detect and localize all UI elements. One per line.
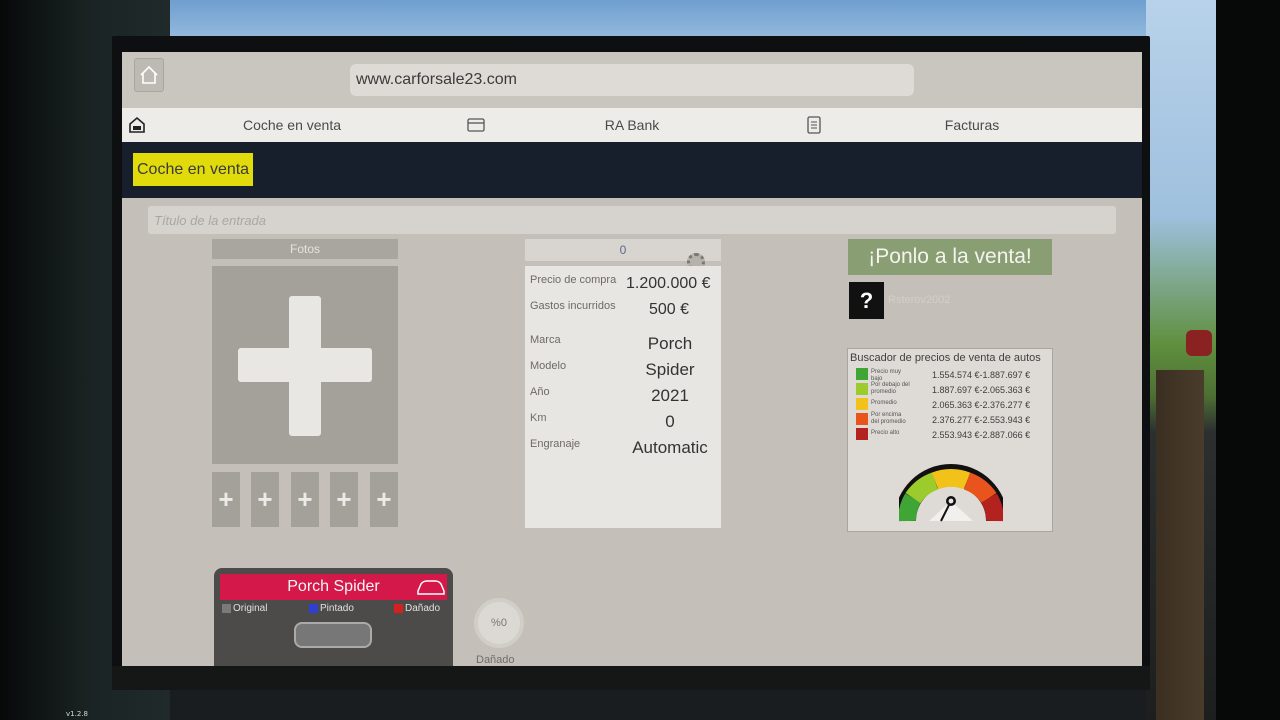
- model-label: Modelo: [530, 360, 567, 372]
- listing-title-input[interactable]: [148, 206, 1116, 234]
- price-row-range-high: 2.553.943 €-2.887.066 €: [932, 430, 1031, 440]
- damage-percent-indicator: %0: [474, 598, 524, 648]
- price-row-label-below-average: Por debajo del promedio: [871, 382, 910, 395]
- photos-label: Fotos: [212, 239, 398, 259]
- km-value: 0: [665, 412, 675, 431]
- price-row-label-above-average: Por encima del promedio: [871, 412, 906, 425]
- legend-damaged-swatch: [394, 604, 403, 613]
- invoice-icon: [805, 116, 823, 134]
- nav-item-facturas[interactable]: Facturas: [902, 108, 1042, 142]
- gear-value: Automatic: [632, 438, 708, 457]
- browser-topbar: www.carforsale23.com: [122, 52, 1142, 108]
- expenses-value: 500 €: [649, 301, 690, 318]
- scene-wooden-post: [1156, 370, 1204, 720]
- price-swatch-average: [856, 398, 868, 410]
- damage-label: Dañado: [476, 654, 515, 666]
- section-title: Coche en venta: [133, 153, 254, 186]
- monitor-bottom-bezel: [112, 666, 1150, 690]
- add-photo-thumb-1[interactable]: +: [212, 472, 240, 527]
- price-finder-panel: Buscador de precios de venta de autos Pr…: [847, 348, 1053, 532]
- url-bar[interactable]: www.carforsale23.com: [350, 64, 914, 96]
- put-on-sale-button[interactable]: ¡Ponlo a la venta!: [848, 239, 1052, 275]
- brand-value: Porch: [647, 334, 693, 353]
- add-main-photo-button[interactable]: [212, 266, 398, 464]
- price-swatch-high: [856, 428, 868, 440]
- home-button[interactable]: [134, 58, 164, 92]
- legend-original-swatch: [222, 604, 231, 613]
- car-house-icon: [128, 116, 146, 134]
- add-photo-thumb-3[interactable]: +: [291, 472, 319, 527]
- nav-item-ra-bank[interactable]: RA Bank: [562, 108, 702, 142]
- version-label: v1.2.8: [66, 710, 88, 718]
- scene-background-edge: [1216, 0, 1280, 720]
- scene-car: [1186, 330, 1212, 356]
- legend-damaged-label: Dañado: [405, 603, 441, 614]
- price-row-range-average: 2.065.363 €-2.376.277 €: [932, 400, 1031, 410]
- legend-painted-swatch: [309, 604, 318, 613]
- car-icon: [417, 580, 445, 595]
- home-icon: [140, 65, 158, 84]
- price-gauge: [899, 464, 1003, 522]
- price-row-range-very-low: 1.554.574 €-1.887.697 €: [932, 370, 1031, 380]
- username-label: Rsterov2002: [888, 294, 951, 306]
- add-photo-thumb-5[interactable]: +: [370, 472, 398, 527]
- add-photo-thumb-4[interactable]: +: [330, 472, 358, 527]
- price-row-label-average: Promedio: [871, 400, 897, 406]
- help-button[interactable]: ?: [849, 282, 884, 319]
- car-condition-card: Porch Spider Original Pintado Dañado: [214, 568, 453, 666]
- price-swatch-below-average: [856, 383, 868, 395]
- car-diagram: [294, 622, 372, 648]
- price-row-range-below-average: 1.887.697 €-2.065.363 €: [932, 385, 1031, 395]
- card-icon: [467, 116, 485, 134]
- section-header: Coche en venta: [122, 142, 1142, 198]
- price-row-label-high: Precio alto: [871, 430, 900, 436]
- legend-original-label: Original: [233, 603, 268, 614]
- year-label: Año: [530, 386, 550, 398]
- purchase-price-value: 1.200.000 €: [626, 275, 711, 292]
- car-condition-title: Porch Spider: [220, 574, 447, 600]
- price-swatch-very-low: [856, 368, 868, 380]
- add-photo-thumb-2[interactable]: +: [251, 472, 279, 527]
- year-value: 2021: [651, 386, 689, 405]
- gear-label: Engranaje: [530, 438, 581, 450]
- legend-painted-label: Pintado: [320, 603, 354, 614]
- purchase-price-label: Precio de compra: [530, 274, 617, 286]
- expenses-label: Gastos incurridos: [530, 300, 616, 312]
- brand-label: Marca: [530, 334, 561, 346]
- price-row-label-very-low: Precio muy bajo: [871, 369, 902, 382]
- price-row-range-above-average: 2.376.277 €-2.553.943 €: [932, 415, 1031, 425]
- car-info-panel: Precio de compra 1.200.000 € Gastos incu…: [525, 266, 721, 528]
- nav-item-coche-en-venta[interactable]: Coche en venta: [202, 108, 382, 142]
- price-finder-title: Buscador de precios de venta de autos: [850, 352, 1041, 364]
- browser-screen: www.carforsale23.com Coche en venta RA B…: [122, 52, 1142, 666]
- main-nav: Coche en venta RA Bank Facturas: [122, 108, 1142, 142]
- km-label: Km: [530, 412, 547, 424]
- price-swatch-above-average: [856, 413, 868, 425]
- model-value: Spider: [645, 360, 695, 379]
